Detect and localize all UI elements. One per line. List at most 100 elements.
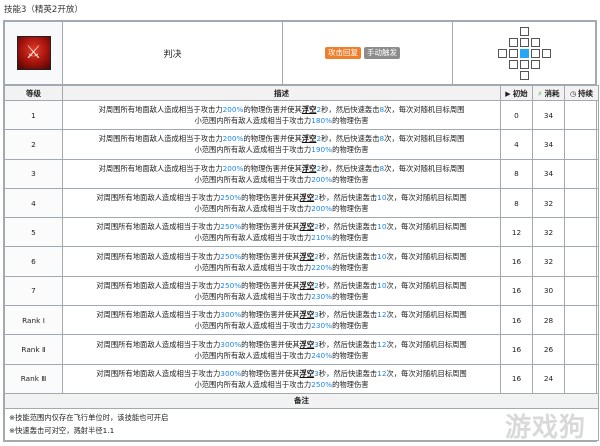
duration-cell	[564, 187, 599, 219]
desc-text: 的物理伤害	[332, 379, 369, 389]
splash-multiplier: 180%	[311, 116, 333, 126]
desc-text: 小范围内所有敌人造成相当于攻击力	[194, 321, 312, 331]
clock-icon: ◷	[569, 89, 577, 98]
desc-text: 的物理伤害并使其	[241, 193, 300, 203]
desc-text: 的物理伤害	[332, 291, 369, 301]
desc-text: 秒，然后快速轰击	[318, 251, 378, 261]
initial-sp-cell: 8	[500, 187, 533, 219]
skill-range-grid	[497, 26, 551, 80]
desc-text: 秒，然后快速轰击	[321, 134, 380, 144]
range-empty	[498, 27, 507, 36]
float-keyword[interactable]: 浮空	[302, 105, 317, 114]
sp-cost-cell: 34	[532, 129, 565, 160]
desc-text: 的物理伤害	[332, 350, 369, 360]
description-cell: 对周围所有地面敌人造成相当于攻击力200%的物理伤害并使其浮空2秒，然后快速轰击…	[62, 158, 501, 189]
desc-text: 秒，然后快速轰击	[321, 163, 380, 173]
level-cell: Rank Ⅲ	[4, 363, 63, 394]
atk-multiplier: 200%	[222, 163, 244, 173]
desc-text: 小范围内所有敌人造成相当于攻击力	[194, 116, 312, 126]
atk-multiplier: 200%	[222, 134, 244, 144]
float-keyword[interactable]: 浮空	[302, 164, 317, 173]
desc-text: 秒，然后快速轰击	[318, 222, 378, 232]
skill-tags: 攻击回复 手动触发	[282, 21, 453, 85]
atk-multiplier: 200%	[222, 105, 244, 115]
lightning-icon: ⚡	[537, 89, 543, 98]
desc-text: 秒，然后快速轰击	[318, 280, 378, 290]
description-cell: 对周围所有地面敌人造成相当于攻击力300%的物理伤害并使其浮空3秒，然后快速轰击…	[62, 305, 501, 336]
table-row: 5 对周围所有地面敌人造成相当于攻击力250%的物理伤害并使其浮空2秒，然后快速轰…	[4, 217, 599, 248]
float-keyword[interactable]: 浮空	[300, 222, 315, 231]
float-keyword[interactable]: 浮空	[300, 281, 315, 290]
table-row: Rank Ⅱ 对周围所有地面敌人造成相当于攻击力300%的物理伤害并使其浮空3秒，…	[4, 334, 599, 365]
desc-text: 次，每次对随机目标周围	[386, 310, 467, 320]
range-empty	[509, 27, 518, 36]
initial-sp-cell: 0	[500, 99, 533, 131]
desc-text: 小范围内所有敌人造成相当于攻击力	[194, 350, 312, 360]
splash-multiplier: 240%	[311, 350, 333, 360]
range-tile	[530, 59, 540, 69]
initial-sp-cell: 16	[500, 363, 533, 394]
range-empty	[542, 71, 551, 80]
atk-multiplier: 250%	[220, 222, 242, 232]
float-keyword[interactable]: 浮空	[300, 369, 315, 378]
desc-text: 次，每次对随机目标周围	[386, 280, 467, 290]
watermark-logo: 游戏狗	[504, 413, 586, 443]
level-cell: 4	[4, 187, 63, 219]
float-keyword[interactable]: 浮空	[300, 252, 315, 261]
desc-text: 的物理伤害并使其	[243, 134, 302, 144]
level-cell: 1	[4, 99, 63, 131]
desc-text: 对周围所有地面敌人造成相当于攻击力	[96, 368, 221, 378]
range-empty	[498, 38, 507, 47]
range-empty	[542, 60, 551, 69]
description-cell: 对周围所有地面敌人造成相当于攻击力200%的物理伤害并使其浮空2秒，然后快速轰击…	[62, 99, 501, 131]
header-level: 等级	[4, 85, 63, 101]
table-row: Rank Ⅲ 对周围所有地面敌人造成相当于攻击力300%的物理伤害并使其浮空3秒，…	[4, 363, 599, 394]
float-keyword[interactable]: 浮空	[300, 193, 315, 202]
desc-text: 的物理伤害	[332, 145, 369, 155]
desc-text: 的物理伤害	[332, 116, 369, 126]
level-cell: 6	[4, 246, 63, 277]
range-empty	[542, 27, 551, 36]
duration-cell	[564, 305, 599, 336]
range-tile	[519, 70, 529, 80]
header-cost: ⚡ 消耗	[532, 85, 565, 101]
duration-cell	[564, 158, 599, 189]
range-self-tile	[519, 48, 529, 58]
float-keyword[interactable]: 浮空	[300, 310, 315, 319]
float-keyword[interactable]: 浮空	[302, 134, 317, 143]
desc-text: 次，每次对随机目标周围	[384, 134, 465, 144]
range-empty	[498, 60, 507, 69]
header-initial: ▶ 初始	[500, 85, 533, 101]
header-initial-label: 初始	[512, 88, 528, 98]
desc-text: 秒，然后快速轰击	[321, 105, 380, 115]
sp-cost-cell: 32	[532, 187, 565, 219]
range-empty	[542, 38, 551, 47]
desc-text: 对周围所有地面敌人造成相当于攻击力	[96, 193, 221, 203]
float-keyword[interactable]: 浮空	[300, 340, 315, 349]
desc-text: 次，每次对随机目标周围	[384, 163, 465, 173]
table-body: 1 对周围所有地面敌人造成相当于攻击力200%的物理伤害并使其浮空2秒，然后快速轰…	[4, 99, 599, 394]
duration-cell	[564, 363, 599, 394]
table-row: 7 对周围所有地面敌人造成相当于攻击力250%的物理伤害并使其浮空2秒，然后快速轰…	[4, 275, 599, 307]
table-row: 2 对周围所有地面敌人造成相当于攻击力200%的物理伤害并使其浮空2秒，然后快速轰…	[4, 129, 599, 160]
level-cell: Rank Ⅰ	[4, 305, 63, 336]
splash-multiplier: 230%	[311, 321, 333, 331]
desc-text: 对周围所有地面敌人造成相当于攻击力	[96, 310, 221, 320]
header-description: 描述	[62, 85, 501, 101]
desc-text: 小范围内所有敌人造成相当于攻击力	[194, 379, 312, 389]
sp-cost-cell: 32	[532, 246, 565, 277]
range-tile	[541, 48, 551, 58]
range-tile	[508, 37, 518, 47]
desc-text: 次，每次对随机目标周围	[386, 368, 467, 378]
desc-text: 的物理伤害并使其	[241, 222, 300, 232]
level-cell: 2	[4, 129, 63, 160]
initial-sp-cell: 4	[500, 129, 533, 160]
desc-text: 秒，然后快速轰击	[318, 193, 378, 203]
range-empty	[531, 71, 540, 80]
desc-text: 的物理伤害并使其	[241, 339, 300, 349]
skill-emblem-icon: ⚔	[16, 36, 51, 70]
atk-multiplier: 250%	[220, 280, 242, 290]
play-icon: ▶	[505, 89, 511, 98]
duration-cell	[564, 217, 599, 248]
initial-sp-cell: 16	[500, 275, 533, 307]
